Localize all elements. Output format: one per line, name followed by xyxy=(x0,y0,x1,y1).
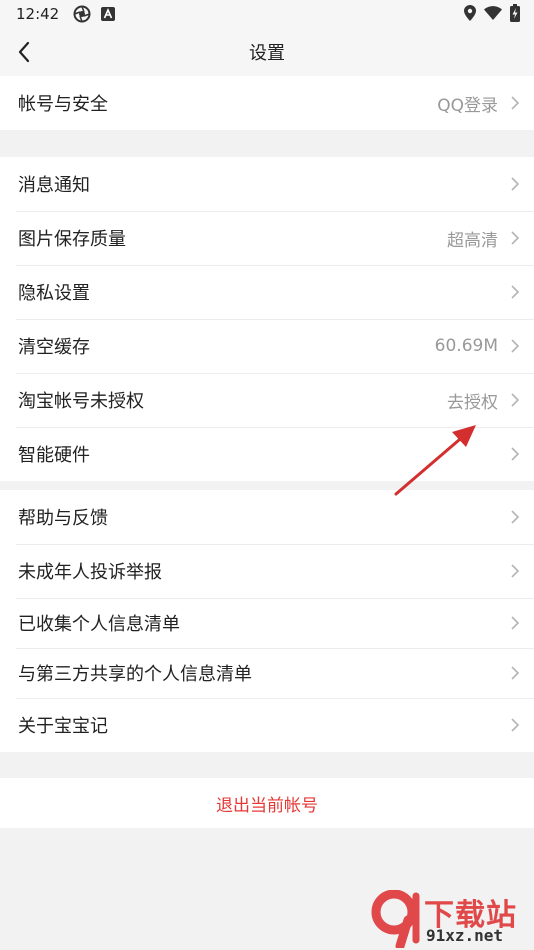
row-minor-report[interactable]: 未成年人投诉举报 xyxy=(0,544,534,598)
a-badge-icon xyxy=(101,7,116,21)
watermark-text-bottom: 91xz.net xyxy=(426,926,504,945)
row-help-feedback[interactable]: 帮助与反馈 xyxy=(0,490,534,544)
row-label: 清空缓存 xyxy=(18,337,90,358)
row-third-party-shared-info-list[interactable]: 与第三方共享的个人信息清单 xyxy=(0,648,534,698)
chevron-right-icon xyxy=(511,393,520,407)
row-label: 图片保存质量 xyxy=(18,229,126,250)
settings-group-account: 帐号与安全 QQ登录 xyxy=(0,76,534,130)
chevron-right-icon xyxy=(511,718,520,732)
back-chevron-icon[interactable] xyxy=(12,38,40,66)
row-taobao-authorization[interactable]: 淘宝帐号未授权 去授权 xyxy=(0,373,534,427)
watermark: 下载站 91xz.net xyxy=(370,888,530,948)
location-icon xyxy=(464,5,476,21)
chevron-right-icon xyxy=(511,447,520,461)
row-label: 帮助与反馈 xyxy=(18,508,108,529)
row-about-app[interactable]: 关于宝宝记 xyxy=(0,698,534,752)
chevron-right-icon xyxy=(511,339,520,353)
status-bar: 12:42 xyxy=(0,0,534,28)
row-label: 未成年人投诉举报 xyxy=(18,562,162,583)
row-value: 60.69M xyxy=(434,336,498,356)
row-clear-cache[interactable]: 清空缓存 60.69M xyxy=(0,319,534,373)
chevron-right-icon xyxy=(511,510,520,524)
row-label: 隐私设置 xyxy=(18,283,90,304)
logout-button[interactable]: 退出当前帐号 xyxy=(0,778,534,828)
row-label: 消息通知 xyxy=(18,175,90,196)
status-time: 12:42 xyxy=(16,5,60,23)
row-image-quality[interactable]: 图片保存质量 超高清 xyxy=(0,211,534,265)
wifi-icon xyxy=(484,6,502,20)
row-message-notification[interactable]: 消息通知 xyxy=(0,157,534,211)
row-privacy-settings[interactable]: 隐私设置 xyxy=(0,265,534,319)
row-value: QQ登录 xyxy=(437,95,498,116)
settings-group-general: 消息通知 图片保存质量 超高清 隐私设置 清空缓存 60.69M 淘宝帐号未授权… xyxy=(0,157,534,481)
chevron-right-icon xyxy=(511,616,520,630)
settings-group-about: 帮助与反馈 未成年人投诉举报 已收集个人信息清单 与第三方共享的个人信息清单 关… xyxy=(0,490,534,752)
row-value: 超高清 xyxy=(447,230,498,251)
row-value: 去授权 xyxy=(447,392,498,413)
row-label: 关于宝宝记 xyxy=(18,716,108,737)
row-label: 淘宝帐号未授权 xyxy=(18,391,144,412)
chevron-right-icon xyxy=(511,96,520,110)
logout-label: 退出当前帐号 xyxy=(216,795,318,816)
row-label: 帐号与安全 xyxy=(18,94,108,115)
row-label: 与第三方共享的个人信息清单 xyxy=(18,664,252,685)
row-account-security[interactable]: 帐号与安全 QQ登录 xyxy=(0,76,534,130)
page-title: 设置 xyxy=(249,43,285,64)
nav-bar: 设置 xyxy=(0,28,534,76)
row-label: 已收集个人信息清单 xyxy=(18,614,180,635)
watermark-logo-icon xyxy=(371,890,420,948)
chevron-right-icon xyxy=(511,564,520,578)
chevron-right-icon xyxy=(511,177,520,191)
row-smart-hardware[interactable]: 智能硬件 xyxy=(0,427,534,481)
aperture-icon xyxy=(73,5,91,23)
chevron-right-icon xyxy=(511,285,520,299)
chevron-right-icon xyxy=(511,231,520,245)
row-collected-info-list[interactable]: 已收集个人信息清单 xyxy=(0,598,534,648)
row-label: 智能硬件 xyxy=(18,445,90,466)
battery-charging-icon xyxy=(510,4,520,22)
chevron-right-icon xyxy=(511,666,520,680)
